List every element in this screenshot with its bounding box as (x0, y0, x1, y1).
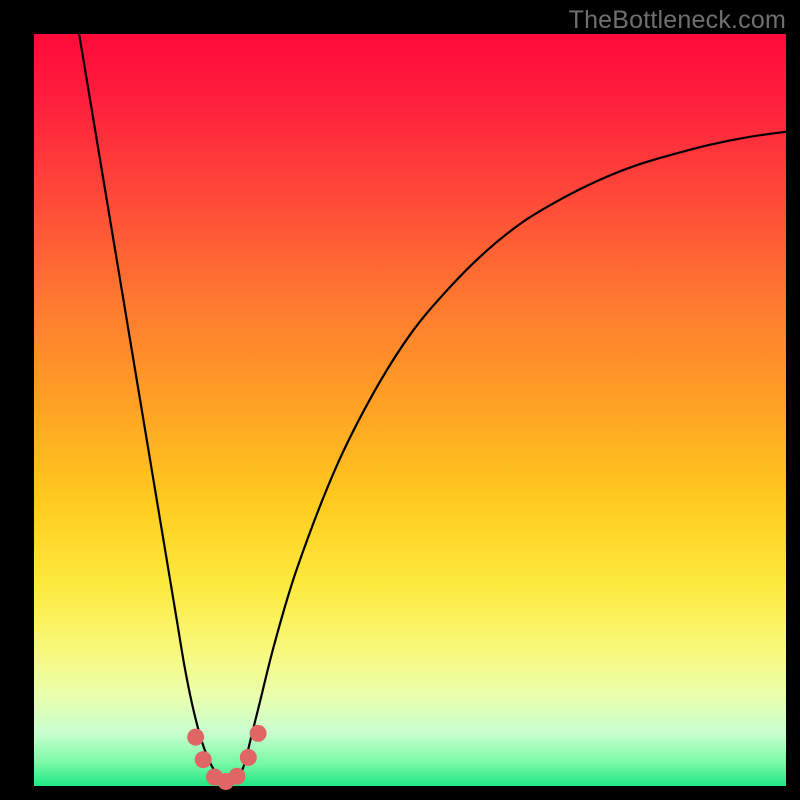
marker-dot (187, 729, 204, 746)
marker-dot (240, 749, 257, 766)
curve-right-branch (237, 132, 786, 782)
curve-left-branch (79, 34, 222, 782)
marker-dot (250, 725, 267, 742)
curve-layer (34, 34, 786, 786)
marker-dot (229, 768, 246, 785)
chart-frame: TheBottleneck.com (0, 0, 800, 800)
plot-area (34, 34, 786, 786)
watermark-text: TheBottleneck.com (569, 6, 786, 35)
marker-dot (195, 751, 212, 768)
marker-dots (187, 725, 266, 790)
